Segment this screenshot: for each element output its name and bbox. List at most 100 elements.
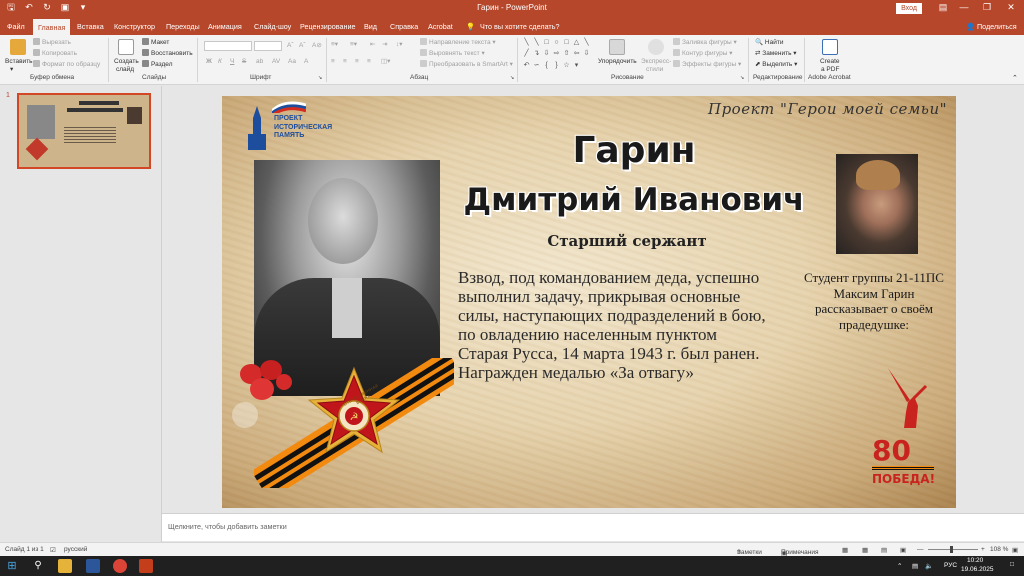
rect-shape-icon[interactable]: □ xyxy=(562,38,571,47)
case-icon[interactable]: Aa xyxy=(288,57,296,66)
tab-acrobat[interactable]: Acrobat xyxy=(428,20,453,33)
line-shape-icon[interactable]: ╱ xyxy=(522,49,531,58)
tab-file[interactable]: Файл xyxy=(7,20,25,33)
student-photo[interactable] xyxy=(836,154,918,254)
volume-icon[interactable]: 🔈 xyxy=(925,562,933,570)
zoom-slider-thumb[interactable] xyxy=(950,546,953,553)
shadow-icon[interactable]: ab xyxy=(256,57,263,66)
arrow-shape-icon[interactable]: ⇧ xyxy=(562,49,571,58)
text-direction-button[interactable]: Направление текста ▾ xyxy=(420,38,496,47)
more-shapes-icon[interactable]: ▾ xyxy=(572,61,581,70)
notes-pane[interactable]: Щелкните, чтобы добавить заметки xyxy=(162,513,1024,541)
arrow-shape-icon[interactable]: ↴ xyxy=(532,49,541,58)
font-name-field[interactable] xyxy=(204,41,252,51)
reading-view-icon[interactable]: ▤ xyxy=(881,546,887,554)
tab-view[interactable]: Вид xyxy=(364,20,377,33)
justify-icon[interactable]: ≡ xyxy=(367,57,371,66)
file-explorer-icon[interactable] xyxy=(58,559,72,573)
line-shape-icon[interactable]: ╲ xyxy=(582,38,591,47)
normal-view-icon[interactable]: ▦ xyxy=(842,546,848,554)
zoom-in-icon[interactable]: + xyxy=(981,546,985,553)
cut-button[interactable]: Вырезать xyxy=(33,38,71,47)
font-size-field[interactable] xyxy=(254,41,282,51)
rect-shape-icon[interactable]: □ xyxy=(542,38,551,47)
arrow-shape-icon[interactable]: ⇨ xyxy=(552,49,561,58)
bold-button[interactable]: Ж xyxy=(206,57,212,66)
shape-fill-button[interactable]: Заливка фигуры ▾ xyxy=(673,38,737,47)
slide-sorter-icon[interactable]: ▦ xyxy=(862,546,868,554)
indent-increase-icon[interactable]: ⇥ xyxy=(382,40,387,49)
align-right-icon[interactable]: ≡ xyxy=(355,57,359,66)
align-center-icon[interactable]: ≡ xyxy=(343,57,347,66)
tab-help[interactable]: Справка xyxy=(390,20,418,33)
curve-shape-icon[interactable]: ∽ xyxy=(532,61,541,70)
keyboard-language[interactable]: РУС xyxy=(944,562,957,569)
oval-shape-icon[interactable]: ○ xyxy=(552,38,561,47)
pdf-icon[interactable] xyxy=(822,39,838,55)
replace-button[interactable]: ⇄ Заменить ▾ xyxy=(755,49,797,58)
search-icon[interactable]: ⚲ xyxy=(31,559,45,573)
slide-canvas[interactable]: ПРОЕКТ ИСТОРИЧЕСКАЯ ПАМЯТЬ Проект "Герои… xyxy=(222,96,956,508)
login-button[interactable]: Вход xyxy=(896,3,922,14)
tab-animation[interactable]: Анимация xyxy=(208,20,242,33)
arrange-button[interactable]: Упорядочить xyxy=(598,57,637,66)
smartart-button[interactable]: Преобразовать в SmartArt ▾ xyxy=(420,60,513,69)
arrange-icon[interactable] xyxy=(609,39,625,55)
tab-design[interactable]: Конструктор xyxy=(114,20,155,33)
bullets-icon[interactable]: ≡▾ xyxy=(331,40,338,49)
arrow-shape-icon[interactable]: ⇦ xyxy=(572,49,581,58)
fit-slide-icon[interactable]: ▣ xyxy=(1012,546,1018,554)
arrow-shape-icon[interactable]: ⇩ xyxy=(582,49,591,58)
strike-button[interactable]: S xyxy=(242,57,246,66)
columns-icon[interactable]: ◫▾ xyxy=(381,57,390,66)
numbering-icon[interactable]: ≡▾ xyxy=(350,40,357,49)
section-button[interactable]: Раздел xyxy=(142,60,172,69)
paste-icon[interactable] xyxy=(10,39,26,55)
zoom-slider[interactable] xyxy=(928,549,978,550)
share-button[interactable]: 👤 Поделиться xyxy=(966,20,1017,33)
tab-home[interactable]: Главная xyxy=(33,19,71,35)
font-dialog-launcher-icon[interactable]: ↘ xyxy=(318,74,322,83)
grow-font-icon[interactable]: Aˆ xyxy=(287,41,294,50)
powerpoint-icon[interactable] xyxy=(139,559,153,573)
new-slide-icon[interactable] xyxy=(118,39,134,55)
curve-shape-icon[interactable]: ↶ xyxy=(522,61,531,70)
clear-format-icon[interactable]: A⊘ xyxy=(312,41,322,50)
copy-button[interactable]: Копировать xyxy=(33,49,77,58)
windows-start-icon[interactable]: ⊞ xyxy=(5,559,19,573)
ribbon-display-options-icon[interactable]: ▤ xyxy=(936,2,950,13)
shapes-gallery[interactable]: ╲ ╲ □ ○ □ △ ╲ ╱ ↴ ⇩ ⇨ ⇧ ⇦ ⇩ ↶ ∽ { } ☆ ▾ xyxy=(522,38,592,70)
line-shape-icon[interactable]: ╲ xyxy=(522,38,531,47)
slide-thumbnail[interactable] xyxy=(17,93,151,169)
tab-transitions[interactable]: Переходы xyxy=(166,20,200,33)
spacing-icon[interactable]: AV xyxy=(272,57,280,66)
tab-review[interactable]: Рецензирование xyxy=(300,20,356,33)
shape-effects-button[interactable]: Эффекты фигуры ▾ xyxy=(673,60,741,69)
minimize-icon[interactable]: — xyxy=(957,2,971,12)
brace-shape-icon[interactable]: } xyxy=(552,61,561,70)
shrink-font-icon[interactable]: Aˇ xyxy=(299,41,306,50)
indent-decrease-icon[interactable]: ⇤ xyxy=(370,40,375,49)
select-button[interactable]: ⬈ Выделить ▾ xyxy=(755,60,797,69)
arrow-shape-icon[interactable]: ⇩ xyxy=(542,49,551,58)
shape-outline-button[interactable]: Контур фигуры ▾ xyxy=(673,49,733,58)
align-left-icon[interactable]: ≡ xyxy=(331,57,335,66)
tab-slideshow[interactable]: Слайд-шоу xyxy=(254,20,291,33)
chrome-icon[interactable] xyxy=(113,559,127,573)
tab-insert[interactable]: Вставка xyxy=(77,20,104,33)
quick-styles-icon[interactable] xyxy=(648,39,664,55)
align-text-button[interactable]: Выровнять текст ▾ xyxy=(420,49,485,58)
word-icon[interactable] xyxy=(86,559,100,573)
line-shape-icon[interactable]: ╲ xyxy=(532,38,541,47)
drawing-dialog-launcher-icon[interactable]: ↘ xyxy=(740,74,744,83)
font-color-icon[interactable]: A xyxy=(304,57,308,66)
line-spacing-icon[interactable]: ↕▾ xyxy=(396,40,403,49)
format-painter-button[interactable]: Формат по образцу xyxy=(33,60,100,69)
maximize-icon[interactable]: ❐ xyxy=(980,2,994,13)
slideshow-view-icon[interactable]: ▣ xyxy=(900,546,906,554)
zoom-out-icon[interactable]: — xyxy=(917,546,924,553)
network-icon[interactable]: ▤ xyxy=(912,562,918,570)
close-icon[interactable]: ✕ xyxy=(1004,2,1018,13)
star-shape-icon[interactable]: ☆ xyxy=(562,61,571,70)
triangle-shape-icon[interactable]: △ xyxy=(572,38,581,47)
